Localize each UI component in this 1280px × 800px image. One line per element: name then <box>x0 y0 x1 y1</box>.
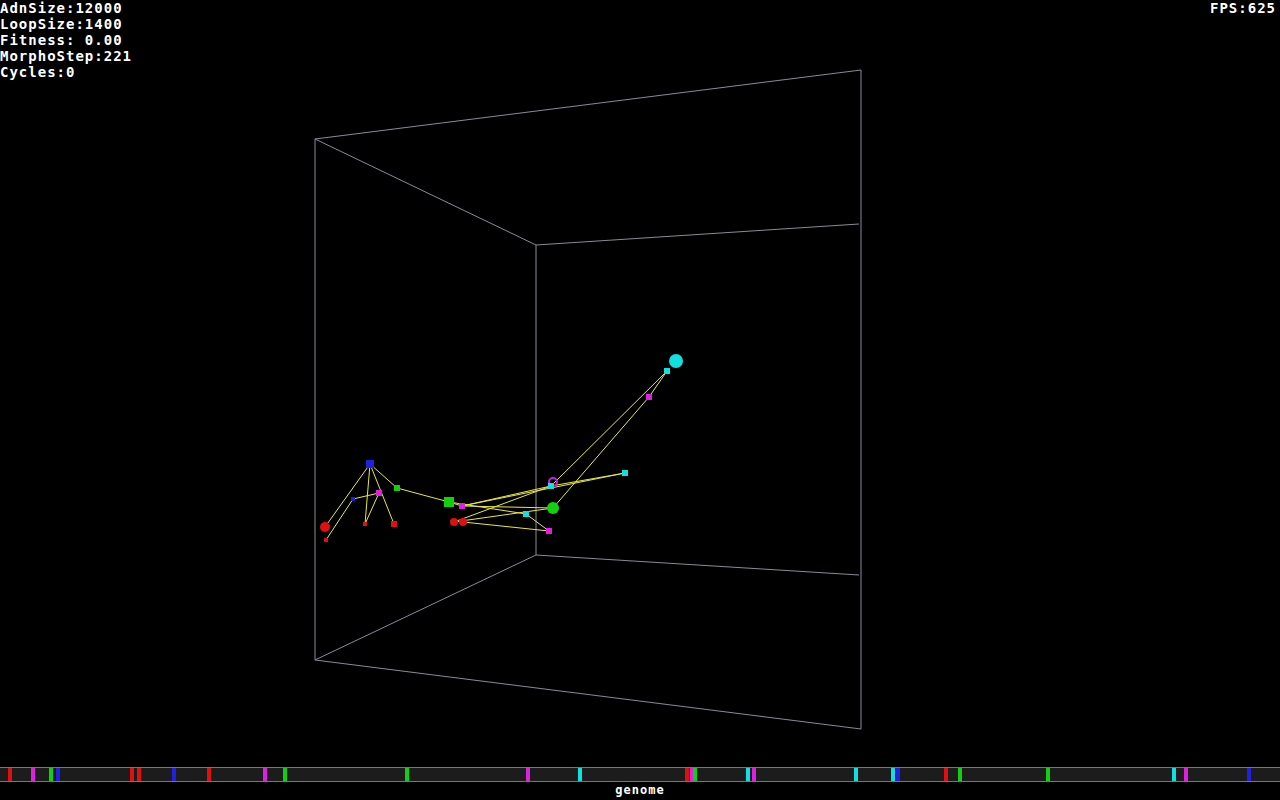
gene-marker <box>56 768 60 781</box>
gene-marker <box>49 768 53 781</box>
gene-marker <box>405 768 409 781</box>
fps-counter: FPS:625 <box>1210 0 1276 16</box>
hud: AdnSize:12000LoopSize:1400Fitness: 0.00M… <box>0 0 1280 80</box>
genome-panel: genome <box>0 767 1280 800</box>
gene-marker <box>1046 768 1050 781</box>
gene-marker <box>891 768 895 781</box>
gene-marker <box>693 768 697 781</box>
gene-marker <box>944 768 948 781</box>
scene-view[interactable] <box>0 0 1280 800</box>
creature <box>320 354 683 542</box>
genome-label: genome <box>615 782 664 798</box>
stat-line: Fitness: 0.00 <box>0 32 132 48</box>
gene-marker <box>746 768 750 781</box>
gene-marker <box>896 768 900 781</box>
gene-marker <box>1247 768 1251 781</box>
stats-panel: AdnSize:12000LoopSize:1400Fitness: 0.00M… <box>0 0 132 80</box>
gene-marker <box>854 768 858 781</box>
gene-marker <box>207 768 211 781</box>
arena-box <box>315 70 861 729</box>
gene-marker <box>263 768 267 781</box>
gene-marker <box>685 768 689 781</box>
gene-marker <box>752 768 756 781</box>
gene-marker <box>8 768 12 781</box>
gene-marker <box>172 768 176 781</box>
stat-line: Cycles:0 <box>0 64 132 80</box>
gene-marker <box>137 768 141 781</box>
genome-bar <box>0 767 1280 782</box>
gene-marker <box>526 768 530 781</box>
stat-line: MorphoStep:221 <box>0 48 132 64</box>
gene-marker <box>1172 768 1176 781</box>
gene-marker <box>130 768 134 781</box>
gene-marker <box>31 768 35 781</box>
gene-marker <box>578 768 582 781</box>
gene-marker <box>283 768 287 781</box>
stat-line: AdnSize:12000 <box>0 0 132 16</box>
gene-marker <box>1184 768 1188 781</box>
stat-line: LoopSize:1400 <box>0 16 132 32</box>
simulation-screen: AdnSize:12000LoopSize:1400Fitness: 0.00M… <box>0 0 1280 800</box>
gene-marker <box>958 768 962 781</box>
